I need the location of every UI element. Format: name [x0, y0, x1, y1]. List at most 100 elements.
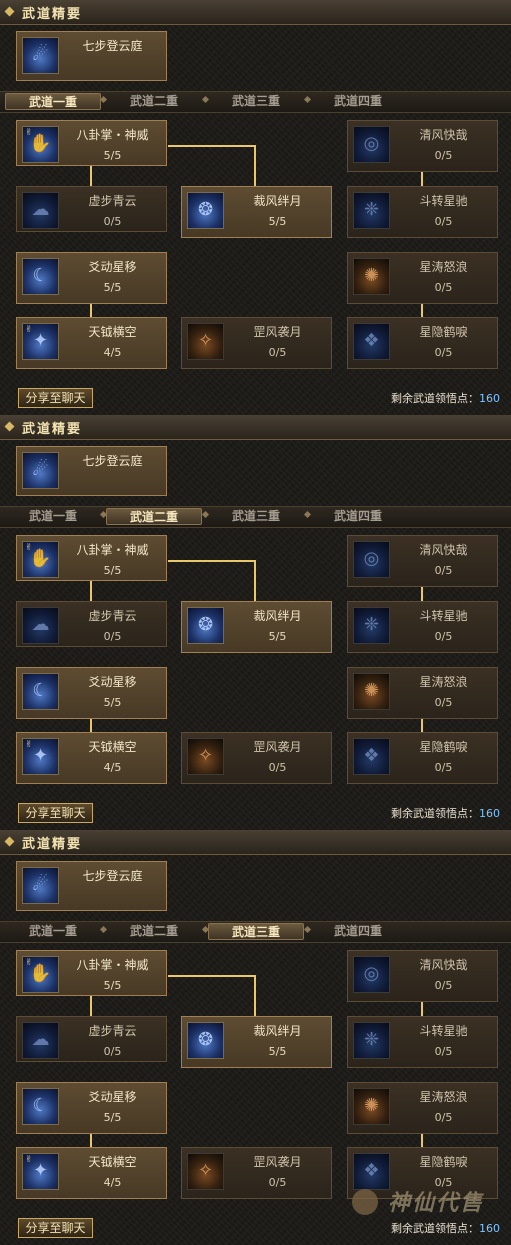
skill-level: 0/5 — [434, 1176, 453, 1189]
skill-card[interactable]: ☁ 虚步青云 0/5 — [16, 601, 167, 647]
breeze-glyph: ◎ — [363, 963, 380, 984]
star-gallop-icon: ❈ — [353, 607, 390, 644]
skill-level: 5/5 — [103, 564, 122, 577]
skill-card[interactable]: ◎ 清风快哉 0/5 — [347, 535, 498, 587]
skill-card[interactable]: ◎ 清风快哉 0/5 — [347, 950, 498, 1002]
sky-axe-icon: ✦ ✌ — [22, 323, 59, 360]
skill-level: 0/5 — [434, 1045, 453, 1058]
skill-card[interactable]: ❖ 星隐鹤唳 0/5 — [347, 1147, 498, 1199]
skill-card[interactable]: ☾ 爻动星移 5/5 — [16, 667, 167, 719]
gale-moon-glyph: ✧ — [197, 1160, 214, 1181]
skill-card[interactable]: ✧ 罡风袭月 0/5 — [181, 1147, 332, 1199]
skill-card[interactable]: ✺ 星涛怒浪 0/5 — [347, 667, 498, 719]
tab-tier-4[interactable]: 武道四重 — [310, 923, 406, 940]
skill-card[interactable]: ✦ ✌ 天钺横空 4/5 — [16, 732, 167, 784]
tab-tier-3[interactable]: 武道三重 — [208, 93, 304, 110]
skill-card[interactable]: ☾ 爻动星移 5/5 — [16, 252, 167, 304]
crane-cry-icon: ❖ — [353, 738, 390, 775]
tab-tier-1[interactable]: 武道一重 — [5, 93, 101, 110]
top-skill-card[interactable]: ☄ 七步登云庭 — [16, 31, 167, 81]
skill-card[interactable]: ✦ ✌ 天钺横空 4/5 — [16, 317, 167, 369]
top-skill-card[interactable]: ☄ 七步登云庭 — [16, 446, 167, 496]
skill-name: 清风快哉 — [419, 543, 468, 557]
skill-card[interactable]: ❂ 裁风绊月 5/5 — [181, 1016, 332, 1068]
skill-card[interactable]: ✋ ✌ 八卦掌・神威 5/5 — [16, 535, 167, 581]
skill-name: 天钺横空 — [88, 740, 137, 754]
tab-tier-4[interactable]: 武道四重 — [310, 508, 406, 525]
star-gallop-glyph: ❈ — [363, 1029, 380, 1050]
tab-tier-3[interactable]: 武道三重 — [208, 508, 304, 525]
tab-tier-1[interactable]: 武道一重 — [5, 508, 101, 525]
skill-name: 爻动星移 — [88, 675, 137, 689]
breeze-icon: ◎ — [353, 956, 390, 993]
skill-card[interactable]: ❈ 斗转星驰 0/5 — [347, 1016, 498, 1068]
tab-tier-2[interactable]: 武道二重 — [106, 923, 202, 940]
skill-card[interactable]: ❈ 斗转星驰 0/5 — [347, 186, 498, 238]
gale-moon-glyph: ✧ — [197, 745, 214, 766]
top-skill-card[interactable]: ☄ 七步登云庭 — [16, 861, 167, 911]
star-gallop-glyph: ❈ — [363, 199, 380, 220]
crane-cry-glyph: ❖ — [363, 1160, 380, 1181]
skill-name: 虚步青云 — [88, 194, 137, 208]
points-label: 剩余武道领悟点： — [391, 392, 479, 405]
panel-title: 武道精要 — [22, 422, 83, 437]
tab-tier-2[interactable]: 武道二重 — [106, 508, 202, 525]
remaining-points: 剩余武道领悟点：160 — [391, 1220, 500, 1236]
skill-card[interactable]: ✧ 罡风袭月 0/5 — [181, 732, 332, 784]
remaining-points: 剩余武道领悟点：160 — [391, 805, 500, 821]
skill-connector-line — [168, 560, 256, 562]
gale-moon-glyph: ✧ — [197, 330, 214, 351]
tab-tier-2[interactable]: 武道二重 — [106, 93, 202, 110]
skill-name: 裁风绊月 — [253, 609, 302, 623]
skill-card[interactable]: ◎ 清风快哉 0/5 — [347, 120, 498, 172]
skill-name: 爻动星移 — [88, 260, 137, 274]
skill-card[interactable]: ❈ 斗转星驰 0/5 — [347, 601, 498, 653]
skill-card[interactable]: ☁ 虚步青云 0/5 — [16, 186, 167, 232]
share-to-chat-button[interactable]: 分享至聊天 — [18, 803, 93, 823]
skill-card[interactable]: ❂ 裁风绊月 5/5 — [181, 186, 332, 238]
skill-card[interactable]: ❂ 裁风绊月 5/5 — [181, 601, 332, 653]
cloud-ascend-glyph: ☄ — [32, 44, 49, 65]
skill-connector-line — [421, 1002, 423, 1017]
skill-card[interactable]: ❖ 星隐鹤唳 0/5 — [347, 317, 498, 369]
skill-card[interactable]: ✺ 星涛怒浪 0/5 — [347, 1082, 498, 1134]
skill-card[interactable]: ❖ 星隐鹤唳 0/5 — [347, 732, 498, 784]
share-to-chat-button[interactable]: 分享至聊天 — [18, 1218, 93, 1238]
cloud-ascend-glyph: ☄ — [32, 459, 49, 480]
skill-card[interactable]: ✋ ✌ 八卦掌・神威 5/5 — [16, 120, 167, 166]
skill-connector-line — [421, 719, 423, 733]
tab-tier-1[interactable]: 武道一重 — [5, 923, 101, 940]
skill-level: 0/5 — [434, 281, 453, 294]
skill-level: 4/5 — [103, 761, 122, 774]
skill-name: 星涛怒浪 — [419, 1090, 468, 1104]
skill-level: 0/5 — [434, 149, 453, 162]
skill-level: 4/5 — [103, 346, 122, 359]
skill-card[interactable]: ✺ 星涛怒浪 0/5 — [347, 252, 498, 304]
skill-level: 0/5 — [434, 346, 453, 359]
tier-mark-icon: ✌ — [25, 543, 33, 553]
wind-moon-glyph: ❂ — [197, 614, 214, 635]
palm-strike-icon: ✋ ✌ — [22, 126, 59, 163]
star-shift-icon: ☾ — [22, 258, 59, 295]
skill-connector-line — [421, 304, 423, 318]
skill-card[interactable]: ☁ 虚步青云 0/5 — [16, 1016, 167, 1062]
skill-level: 0/5 — [434, 564, 453, 577]
skill-card[interactable]: ☾ 爻动星移 5/5 — [16, 1082, 167, 1134]
skill-card[interactable]: ✧ 罡风袭月 0/5 — [181, 317, 332, 369]
panel-header: 武道精要 — [0, 0, 511, 25]
points-value: 160 — [479, 392, 500, 405]
skill-name: 裁风绊月 — [253, 1024, 302, 1038]
skill-panel: 武道精要 ☄ 七步登云庭 武道一重 武道二重 武道三重 武道四重 ✋ ✌ 八卦掌・神威 5/5 ☁ 虚步… — [0, 830, 511, 1245]
skill-level: 4/5 — [103, 1176, 122, 1189]
skill-card[interactable]: ✦ ✌ 天钺横空 4/5 — [16, 1147, 167, 1199]
skill-name: 爻动星移 — [88, 1090, 137, 1104]
tab-tier-3[interactable]: 武道三重 — [208, 923, 304, 940]
share-to-chat-button[interactable]: 分享至聊天 — [18, 388, 93, 408]
skill-card[interactable]: ✋ ✌ 八卦掌・神威 5/5 — [16, 950, 167, 996]
skill-level: 5/5 — [268, 1045, 287, 1058]
header-ornament-icon — [4, 421, 15, 432]
tier-mark-icon: ✌ — [25, 325, 33, 335]
wind-moon-icon: ❂ — [187, 192, 224, 229]
skill-name: 裁风绊月 — [253, 194, 302, 208]
tab-tier-4[interactable]: 武道四重 — [310, 93, 406, 110]
